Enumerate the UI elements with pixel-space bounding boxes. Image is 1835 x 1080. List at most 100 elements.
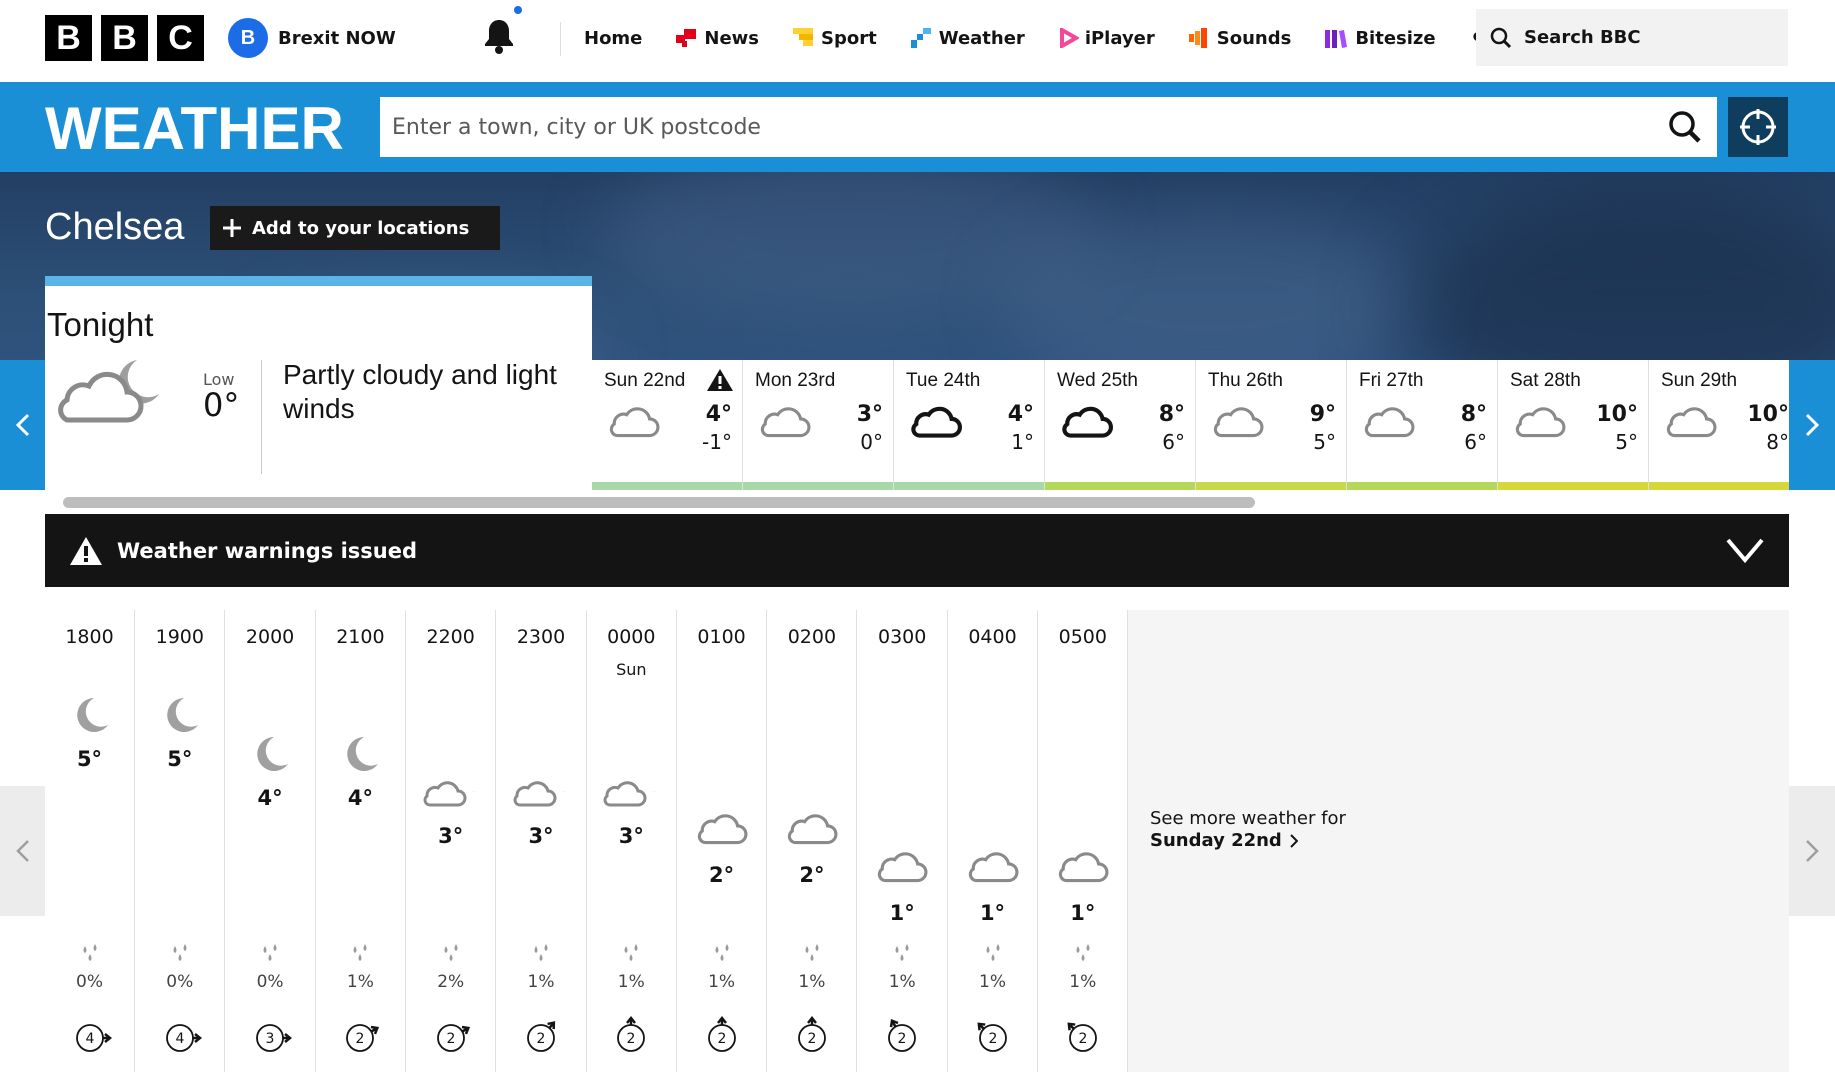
- hourly-next-button[interactable]: [1789, 786, 1835, 916]
- add-location-label: Add to your locations: [252, 217, 470, 239]
- hour-column[interactable]: 2000 4° 0% 3: [226, 610, 316, 1072]
- tonight-description: Partly cloudy and light winds: [283, 359, 557, 424]
- forecast-next-button[interactable]: [1789, 360, 1835, 490]
- nav-bitesize[interactable]: Bitesize: [1325, 28, 1436, 49]
- day-card[interactable]: Sat 28th 10° 5°: [1498, 360, 1649, 490]
- weather-title[interactable]: WEATHER: [45, 94, 344, 163]
- day-card[interactable]: Thu 26th 9° 5°: [1196, 360, 1347, 490]
- temperature-color-bar: [743, 482, 893, 490]
- nav-sport[interactable]: Sport: [793, 28, 877, 49]
- day-card[interactable]: Fri 27th 8° 6°: [1347, 360, 1498, 490]
- wind-speed: 2: [356, 1031, 365, 1047]
- see-more-line1: See more weather for: [1150, 808, 1346, 829]
- forecast-scrollbar[interactable]: [45, 490, 1789, 514]
- weather-icon: [910, 28, 933, 48]
- main-nav: Home News Sport Weather iPlayer Sounds B…: [584, 0, 1525, 76]
- forecast-prev-button[interactable]: [0, 360, 45, 490]
- weather-warnings-banner[interactable]: Weather warnings issued: [45, 514, 1789, 587]
- wind-speed-indicator: 2: [677, 1016, 766, 1060]
- hour-time: 0400: [968, 626, 1017, 648]
- hour-column[interactable]: 1800 5° 0% 4: [45, 610, 135, 1072]
- wind-speed: 4: [175, 1031, 184, 1047]
- hour-column[interactable]: 0400 1° 1% 2: [948, 610, 1038, 1072]
- rain-chance: 1%: [617, 972, 645, 992]
- light-cloud-icon: [1038, 849, 1127, 885]
- locate-me-button[interactable]: [1728, 97, 1788, 157]
- day-card[interactable]: Sun 22nd 4° -1°: [592, 360, 743, 490]
- hour-temp: 2°: [799, 862, 825, 887]
- rain-chance: 1%: [527, 972, 555, 992]
- day-high-temp: 10°: [1747, 402, 1789, 427]
- day-card[interactable]: Tue 24th 4° 1°: [894, 360, 1045, 490]
- hour-column[interactable]: 2100 4° 1% 2: [316, 610, 406, 1072]
- hour-column[interactable]: 2300 3° 1% 2: [497, 610, 587, 1072]
- hour-column[interactable]: 0300 1° 1% 2: [858, 610, 948, 1072]
- search-icon[interactable]: [1668, 110, 1702, 144]
- wind-speed: 2: [627, 1031, 636, 1047]
- hour-time: 0000: [607, 626, 656, 648]
- wind-speed: 2: [988, 1031, 997, 1047]
- wind-speed-indicator: 2: [858, 1016, 947, 1060]
- tonight-low-temp: 0°: [203, 386, 240, 424]
- bbc-logo[interactable]: B B C: [45, 15, 204, 61]
- rain-chance: 0%: [166, 972, 194, 992]
- day-low-temp: 8°: [1766, 430, 1789, 454]
- top-navigation-bar: B B C B Brexit NOW Home News Sport Weath…: [0, 0, 1835, 80]
- search-bbc-label: Search BBC: [1524, 27, 1641, 48]
- temperature-color-bar: [894, 482, 1044, 490]
- hour-temp: 1°: [979, 901, 1006, 925]
- day-high-temp: 4°: [1007, 402, 1034, 427]
- scrollbar-thumb[interactable]: [63, 497, 1255, 508]
- hour-column[interactable]: 0000 Sun 3° 1% 2: [587, 610, 677, 1072]
- tonight-panel[interactable]: Tonight Low 0° Partly cloudy and light w…: [45, 276, 592, 490]
- day-high-temp: 8°: [1158, 402, 1185, 427]
- weather-header: WEATHER: [0, 82, 1835, 172]
- see-more-link[interactable]: Sunday 22nd: [1150, 830, 1298, 851]
- hour-column[interactable]: 1900 5° 0% 4: [135, 610, 226, 1072]
- see-more-panel[interactable]: See more weather for Sunday 22nd: [1128, 610, 1789, 1072]
- hour-temp: 5°: [167, 747, 193, 771]
- hour-time: 0500: [1058, 626, 1107, 648]
- moon-icon: [316, 734, 405, 774]
- day-card[interactable]: Sun 29th 10° 8°: [1649, 360, 1789, 490]
- day-high-temp: 10°: [1596, 402, 1638, 427]
- chevron-left-icon: [15, 413, 30, 437]
- search-bbc-button[interactable]: Search BBC: [1476, 9, 1788, 66]
- nav-weather[interactable]: Weather: [910, 28, 1025, 49]
- day-card[interactable]: Mon 23rd 3° 0°: [743, 360, 894, 490]
- nav-iplayer[interactable]: iPlayer: [1059, 28, 1155, 49]
- notifications-bell-icon[interactable]: [482, 17, 516, 55]
- sounds-icon: [1188, 28, 1211, 48]
- rain-chance: 1%: [798, 972, 826, 992]
- hour-column[interactable]: 0200 2° 1% 2: [767, 610, 858, 1072]
- day-high-temp: 4°: [705, 402, 732, 427]
- brexit-now-link[interactable]: B Brexit NOW: [228, 18, 396, 58]
- warnings-label: Weather warnings issued: [117, 538, 418, 563]
- bbc-logo-letter: B: [101, 15, 148, 61]
- day-high-temp: 8°: [1460, 402, 1487, 427]
- hour-column[interactable]: 0500 1° 1% 2: [1038, 610, 1129, 1072]
- nav-news[interactable]: News: [676, 28, 759, 49]
- location-search-input[interactable]: [380, 97, 1717, 157]
- hour-day: Sun: [616, 660, 647, 679]
- add-location-button[interactable]: Add to your locations: [210, 206, 500, 250]
- temperature-color-bar: [592, 482, 742, 490]
- tonight-divider: [261, 360, 262, 474]
- wind-speed-indicator: 2: [948, 1016, 1037, 1060]
- hour-temp: 4°: [257, 785, 283, 810]
- hour-temp: 4°: [347, 785, 373, 810]
- day-low-temp: -1°: [702, 430, 732, 454]
- nav-label: News: [704, 27, 760, 49]
- hour-column[interactable]: 0100 2° 1% 2: [677, 610, 768, 1072]
- rain-drops-icon: [135, 944, 224, 964]
- hour-column[interactable]: 2200 3° 2% 2: [406, 610, 497, 1072]
- hourly-prev-button[interactable]: [0, 786, 45, 916]
- light-cloud-icon: [767, 811, 856, 847]
- day-card[interactable]: Wed 25th 8° 6°: [1045, 360, 1196, 490]
- chevron-down-icon[interactable]: [1725, 534, 1765, 566]
- nav-sounds[interactable]: Sounds: [1188, 28, 1291, 49]
- rain-drops-icon: [948, 944, 1037, 964]
- wind-speed: 2: [807, 1031, 816, 1047]
- nav-home[interactable]: Home: [584, 28, 642, 49]
- nav-label: Sport: [821, 27, 877, 49]
